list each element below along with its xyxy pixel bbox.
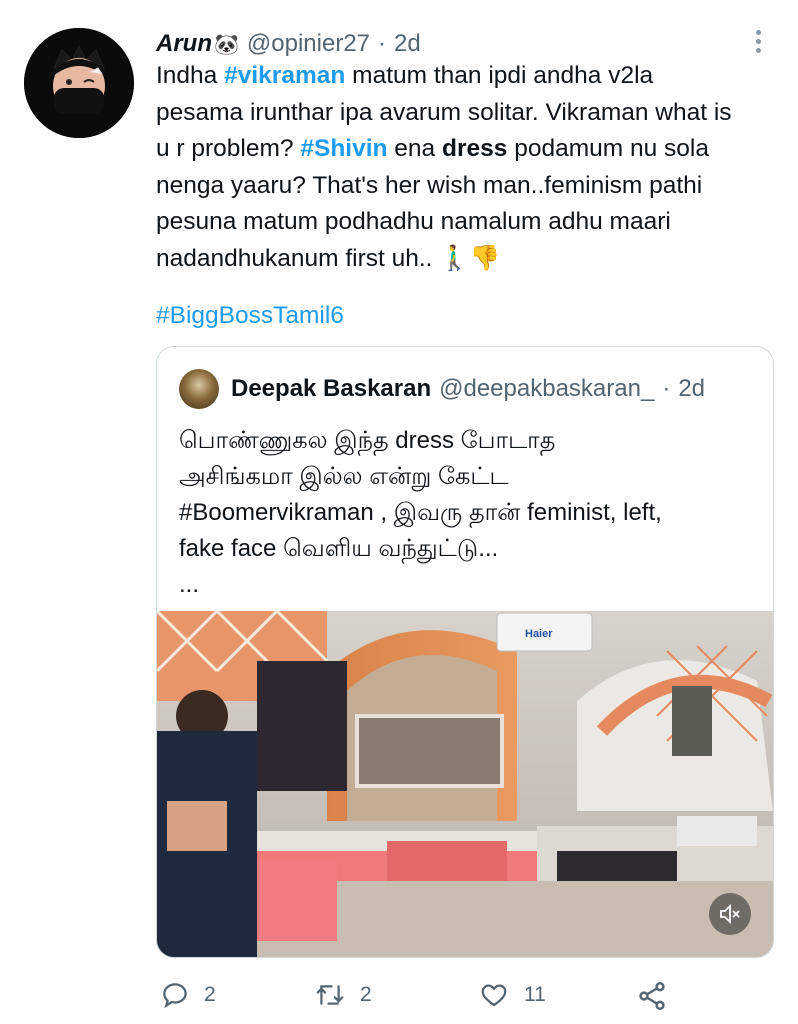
hashtag-link[interactable]: #Shivin: [300, 135, 387, 162]
quoted-tweet-text: பொண்ணுகல இந்த dress போடாத அசிங்கமா இல்ல …: [179, 423, 759, 603]
avatar-illustration: [24, 28, 134, 138]
reply-count: 2: [204, 983, 216, 1006]
ac-brand-label: Haier: [525, 628, 553, 640]
tweet-action-bar: 2 2 11: [0, 980, 798, 1020]
quoted-tweet-header: Deepak Baskaran @deepakbaskaran_ · 2d: [231, 375, 705, 403]
retweet-button[interactable]: 2: [314, 980, 372, 1010]
share-button[interactable]: [636, 980, 668, 1012]
panda-emoji: 🐼: [214, 33, 239, 56]
text-line: pesama irunthar ipa avarum solitar. Vikr…: [156, 98, 732, 126]
like-button[interactable]: 11: [478, 980, 546, 1010]
share-icon: [639, 982, 665, 1010]
quoted-video-thumbnail[interactable]: Haier: [157, 611, 773, 957]
text-segment: Indha: [156, 62, 225, 89]
quoted-author-name[interactable]: Deepak Baskaran: [231, 375, 431, 403]
quoted-timestamp[interactable]: 2d: [678, 375, 705, 403]
quoted-text-line: #Boomervikraman , இவரு தான் feminist, le…: [179, 499, 662, 526]
quoted-author-handle[interactable]: @deepakbaskaran_: [439, 375, 654, 403]
tweet-header: Arun 🐼 @opinier27 · 2d: [156, 30, 421, 58]
text-line: nadandhukanum first uh.. 🚶‍♂️👎: [156, 244, 501, 272]
quoted-author-avatar[interactable]: [179, 369, 219, 409]
author-avatar[interactable]: [24, 28, 134, 138]
author-name[interactable]: Arun: [156, 30, 212, 58]
text-line: pesuna matum podhadhu namalum adhu maari: [156, 208, 671, 235]
hashtag-biggboss[interactable]: #BiggBossTamil6: [156, 302, 344, 330]
more-vertical-icon[interactable]: [748, 26, 768, 56]
author-handle[interactable]: @opinier27: [247, 30, 370, 58]
muted-speaker-icon[interactable]: [709, 893, 751, 935]
quoted-tweet-card[interactable]: Deepak Baskaran @deepakbaskaran_ · 2d பொ…: [156, 346, 774, 958]
separator-dot: ·: [662, 375, 671, 402]
bedroom-scene-image: Haier: [157, 611, 773, 957]
reply-icon: [163, 983, 187, 1009]
text-segment: ena: [387, 135, 442, 162]
retweet-icon: [316, 985, 344, 1005]
text-segment: podamum nu sola: [507, 135, 709, 162]
text-line: nenga yaaru? That's her wish man..femini…: [156, 171, 703, 199]
retweet-count: 2: [360, 983, 372, 1006]
text-segment: matum than ipdi andha v2la: [345, 62, 654, 89]
like-count: 11: [524, 983, 546, 1006]
quoted-text-line: பொண்ணுகல இந்த dress போடாத: [179, 427, 556, 454]
heart-icon: [481, 984, 507, 1007]
quoted-text-line: fake face வெளிய வந்துட்டு...: [179, 535, 499, 562]
separator-dot: ·: [378, 30, 387, 57]
tweet-timestamp[interactable]: 2d: [394, 30, 421, 58]
quoted-text-line: அசிங்கமா இல்ல என்று கேட்ட: [179, 463, 509, 490]
quoted-text-ellipsis: ...: [179, 571, 200, 598]
bold-word: dress: [442, 135, 508, 162]
hashtag-link[interactable]: #vikraman: [224, 62, 345, 89]
text-segment: u r problem?: [156, 135, 301, 162]
tweet-text: Indha #vikraman matum than ipdi andha v2…: [156, 58, 766, 277]
reply-button[interactable]: 2: [160, 980, 216, 1010]
